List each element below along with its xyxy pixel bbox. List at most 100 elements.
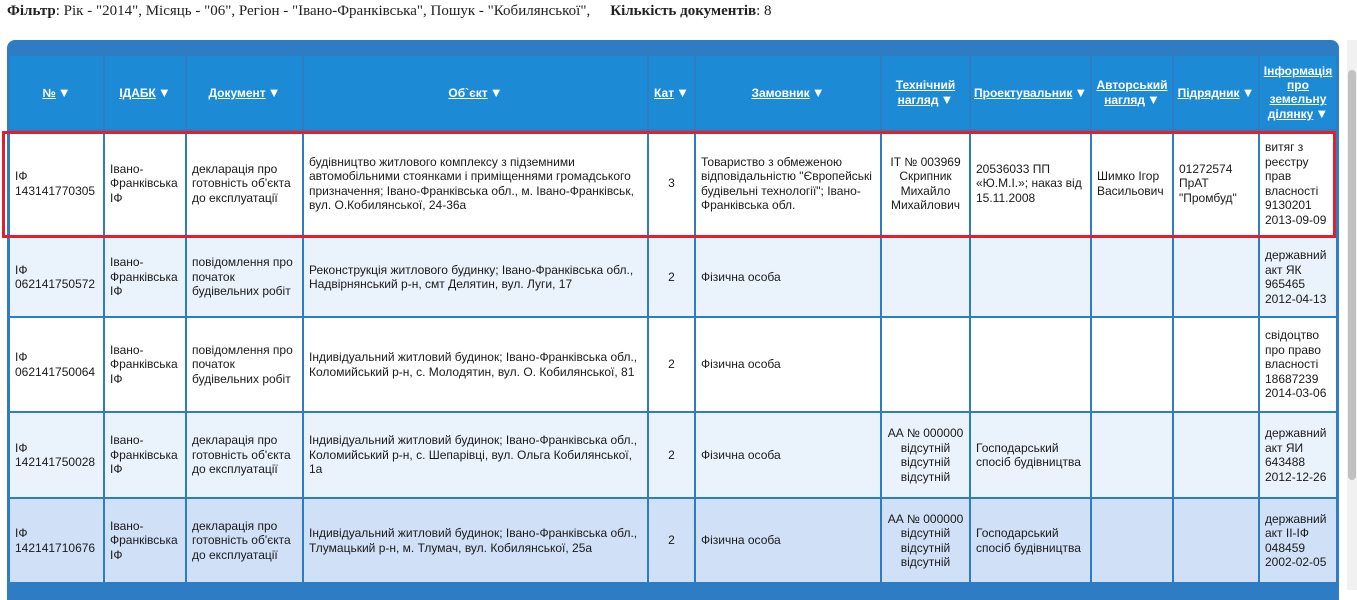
sort-down-icon[interactable]: ▼ <box>1242 85 1255 100</box>
cell-author-supervision <box>1092 318 1172 411</box>
table-header-row: № ▼ ІДАБК ▼ Документ ▼ Об`єкт ▼ Кат ▼ Замовни… <box>10 56 1336 129</box>
cell-technical-supervision <box>882 238 969 316</box>
column-header-contractor[interactable]: Підрядник ▼ <box>1174 56 1258 129</box>
sort-down-icon[interactable]: ▼ <box>490 85 503 100</box>
cell-author-supervision <box>1092 499 1172 582</box>
cell-customer: Фізична особа <box>696 413 880 497</box>
cell-designer: Господарський спосіб будівництва <box>971 413 1090 497</box>
column-header-technical-supervision[interactable]: Технічний нагляд ▼ <box>882 56 969 129</box>
sort-link[interactable]: Кат <box>654 86 674 100</box>
cell-document: декларація про готовність об'єкта до екс… <box>187 413 302 497</box>
sort-down-icon[interactable]: ▼ <box>1147 92 1160 107</box>
cell-contractor <box>1174 238 1258 316</box>
documents-table: № ▼ ІДАБК ▼ Документ ▼ Об`єкт ▼ Кат ▼ Замовни… <box>8 54 1338 584</box>
sort-down-icon[interactable]: ▼ <box>812 85 825 100</box>
sort-down-icon[interactable]: ▼ <box>158 85 171 100</box>
cell-number: ІФ 143141770305 <box>10 131 103 236</box>
column-header-object[interactable]: Об`єкт ▼ <box>304 56 647 129</box>
table-row: ІФ 062141750064 Івано-Франківська ІФ пов… <box>10 318 1336 411</box>
cell-category: 2 <box>649 499 694 582</box>
document-count-label: Кількість документів <box>610 3 757 19</box>
cell-object: будівництво житлового комплексу з підзем… <box>304 131 647 236</box>
cell-designer: Господарський спосіб будівництва <box>971 499 1090 582</box>
sort-link[interactable]: Підрядник <box>1178 86 1240 100</box>
cell-document: повідомлення про початок будівельних роб… <box>187 318 302 411</box>
column-header-author-supervision[interactable]: Авторський нагляд ▼ <box>1092 56 1172 129</box>
cell-object: Індивідуальний житловий будинок; Івано-Ф… <box>304 413 647 497</box>
cell-contractor: 01272574 ПрАТ "Промбуд" <box>1174 131 1258 236</box>
table-row: ІФ 143141770305 Івано-Франківська ІФ дек… <box>10 131 1336 236</box>
cell-technical-supervision: АА № 000000 відсутній відсутній відсутні… <box>882 499 969 582</box>
cell-author-supervision <box>1092 238 1172 316</box>
cell-idabk: Івано-Франківська ІФ <box>105 238 185 316</box>
sort-link[interactable]: Замовник <box>751 86 809 100</box>
cell-technical-supervision <box>882 318 969 411</box>
cell-land-info: витяг з реєстру прав власності 9130201 2… <box>1260 131 1336 236</box>
filter-summary: Фільтр: Рік - "2014", Місяць - "06", Рег… <box>7 3 772 21</box>
cell-number: ІФ 062141750572 <box>10 238 103 316</box>
sort-down-icon[interactable]: ▼ <box>676 85 689 100</box>
vertical-scrollbar[interactable] <box>1347 40 1357 590</box>
sort-link[interactable]: Документ <box>208 86 265 100</box>
column-header-customer[interactable]: Замовник ▼ <box>696 56 880 129</box>
sort-down-icon[interactable]: ▼ <box>268 85 281 100</box>
column-header-land-info[interactable]: Інформація про земельну ділянку ▼ <box>1260 56 1336 129</box>
cell-technical-supervision: АА № 000000 відсутній відсутній відсутні… <box>882 413 969 497</box>
cell-author-supervision: Шимко Ігор Васильович <box>1092 131 1172 236</box>
documents-table-frame: № ▼ ІДАБК ▼ Документ ▼ Об`єкт ▼ Кат ▼ Замовни… <box>7 40 1339 600</box>
sort-link[interactable]: Проектувальник <box>974 86 1072 100</box>
cell-technical-supervision: ІТ № 003969 Скрипник Михайло Михайлович <box>882 131 969 236</box>
cell-category: 3 <box>649 131 694 236</box>
sort-down-icon[interactable]: ▼ <box>58 85 71 100</box>
table-row: ІФ 142141710676 Івано-Франківська ІФ дек… <box>10 499 1336 582</box>
column-header-idabk[interactable]: ІДАБК ▼ <box>105 56 185 129</box>
cell-author-supervision <box>1092 413 1172 497</box>
sort-link[interactable]: № <box>42 86 55 100</box>
cell-category: 2 <box>649 318 694 411</box>
cell-document: декларація про готовність об'єкта до екс… <box>187 131 302 236</box>
cell-number: ІФ 142141750028 <box>10 413 103 497</box>
cell-land-info: державний акт ЯИ 643488 2012-12-26 <box>1260 413 1336 497</box>
scrollbar-thumb[interactable] <box>1348 70 1356 480</box>
sort-down-icon[interactable]: ▼ <box>1315 106 1328 121</box>
cell-contractor <box>1174 413 1258 497</box>
cell-designer <box>971 318 1090 411</box>
cell-land-info: державний акт ЯК 965465 2012-04-13 <box>1260 238 1336 316</box>
sort-down-icon[interactable]: ▼ <box>1074 85 1087 100</box>
cell-contractor <box>1174 318 1258 411</box>
sort-link[interactable]: Об`єкт <box>448 86 487 100</box>
column-header-number[interactable]: № ▼ <box>10 56 103 129</box>
cell-object: Реконструкція житлового будинку; Івано-Ф… <box>304 238 647 316</box>
sort-down-icon[interactable]: ▼ <box>941 92 954 107</box>
cell-customer: Фізична особа <box>696 238 880 316</box>
column-header-designer[interactable]: Проектувальник ▼ <box>971 56 1090 129</box>
cell-land-info: свідоцтво про право власності 18687239 2… <box>1260 318 1336 411</box>
cell-category: 2 <box>649 413 694 497</box>
cell-number: ІФ 062141750064 <box>10 318 103 411</box>
cell-idabk: Івано-Франківська ІФ <box>105 131 185 236</box>
cell-land-info: державний акт ІІ-ІФ 048459 2002-02-05 <box>1260 499 1336 582</box>
cell-number: ІФ 142141710676 <box>10 499 103 582</box>
cell-designer <box>971 238 1090 316</box>
cell-document: декларація про готовність об'єкта до екс… <box>187 499 302 582</box>
cell-customer: Фізична особа <box>696 318 880 411</box>
cell-idabk: Івано-Франківська ІФ <box>105 499 185 582</box>
filter-label: Фільтр <box>7 3 56 19</box>
document-count-value: : 8 <box>756 3 772 19</box>
column-header-document[interactable]: Документ ▼ <box>187 56 302 129</box>
cell-designer: 20536033 ПП «Ю.М.І.»; наказ від 15.11.20… <box>971 131 1090 236</box>
cell-customer: Товариство з обмеженою відповідальністю … <box>696 131 880 236</box>
table-row: ІФ 062141750572 Івано-Франківська ІФ пов… <box>10 238 1336 316</box>
cell-idabk: Івано-Франківська ІФ <box>105 318 185 411</box>
cell-document: повідомлення про початок будівельних роб… <box>187 238 302 316</box>
cell-idabk: Івано-Франківська ІФ <box>105 413 185 497</box>
column-header-category[interactable]: Кат ▼ <box>649 56 694 129</box>
cell-customer: Фізична особа <box>696 499 880 582</box>
cell-object: Індивідуальний житловий будинок; Івано-Ф… <box>304 318 647 411</box>
cell-object: Індивідуальний житловий будинок; Івано-Ф… <box>304 499 647 582</box>
filter-text: : Рік - "2014", Місяць - "06", Регіон - … <box>55 3 591 19</box>
cell-category: 2 <box>649 238 694 316</box>
cell-contractor <box>1174 499 1258 582</box>
table-row: ІФ 142141750028 Івано-Франківська ІФ дек… <box>10 413 1336 497</box>
sort-link[interactable]: ІДАБК <box>119 86 156 100</box>
